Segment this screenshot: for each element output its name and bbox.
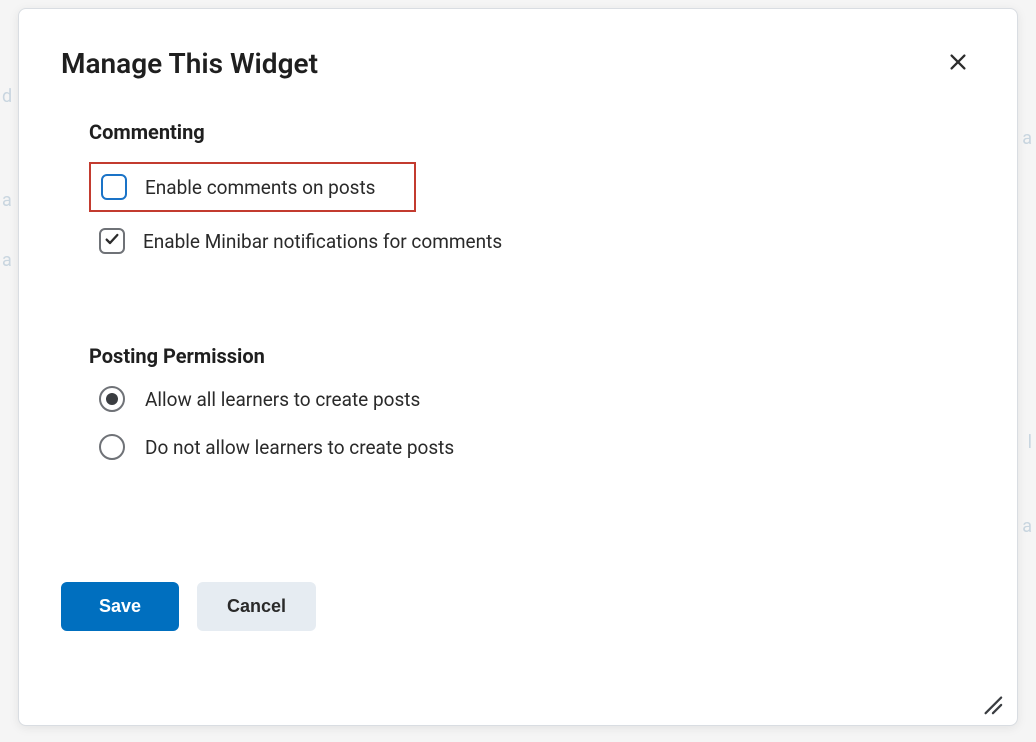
- dialog-title: Manage This Widget: [61, 47, 318, 80]
- do-not-allow-radio[interactable]: [99, 434, 125, 460]
- do-not-allow-label: Do not allow learners to create posts: [145, 436, 454, 459]
- enable-comments-checkbox[interactable]: [101, 174, 127, 200]
- dialog-body: Commenting Enable comments on posts Enab…: [19, 92, 1017, 502]
- allow-all-radio[interactable]: [99, 386, 125, 412]
- allow-all-label: Allow all learners to create posts: [145, 388, 420, 411]
- posting-heading: Posting Permission: [89, 344, 975, 368]
- dialog-header: Manage This Widget: [19, 9, 1017, 92]
- close-button[interactable]: [941, 45, 975, 82]
- save-button[interactable]: Save: [61, 582, 179, 631]
- enable-minibar-label: Enable Minibar notifications for comment…: [143, 230, 502, 253]
- manage-widget-dialog: Manage This Widget Commenting Enable com…: [18, 8, 1018, 726]
- do-not-allow-row: Do not allow learners to create posts: [89, 434, 975, 460]
- allow-all-row: Allow all learners to create posts: [89, 386, 975, 412]
- enable-comments-label: Enable comments on posts: [145, 176, 376, 199]
- resize-handle[interactable]: [981, 693, 1003, 715]
- enable-comments-highlight: Enable comments on posts: [89, 162, 416, 212]
- enable-minibar-checkbox[interactable]: [99, 228, 125, 254]
- cancel-button[interactable]: Cancel: [197, 582, 316, 631]
- resize-icon: [981, 700, 1003, 719]
- enable-minibar-row: Enable Minibar notifications for comment…: [89, 228, 975, 254]
- close-icon: [947, 51, 969, 76]
- commenting-heading: Commenting: [89, 120, 975, 144]
- dialog-footer: Save Cancel: [19, 582, 1017, 659]
- checkmark-icon: [104, 231, 120, 251]
